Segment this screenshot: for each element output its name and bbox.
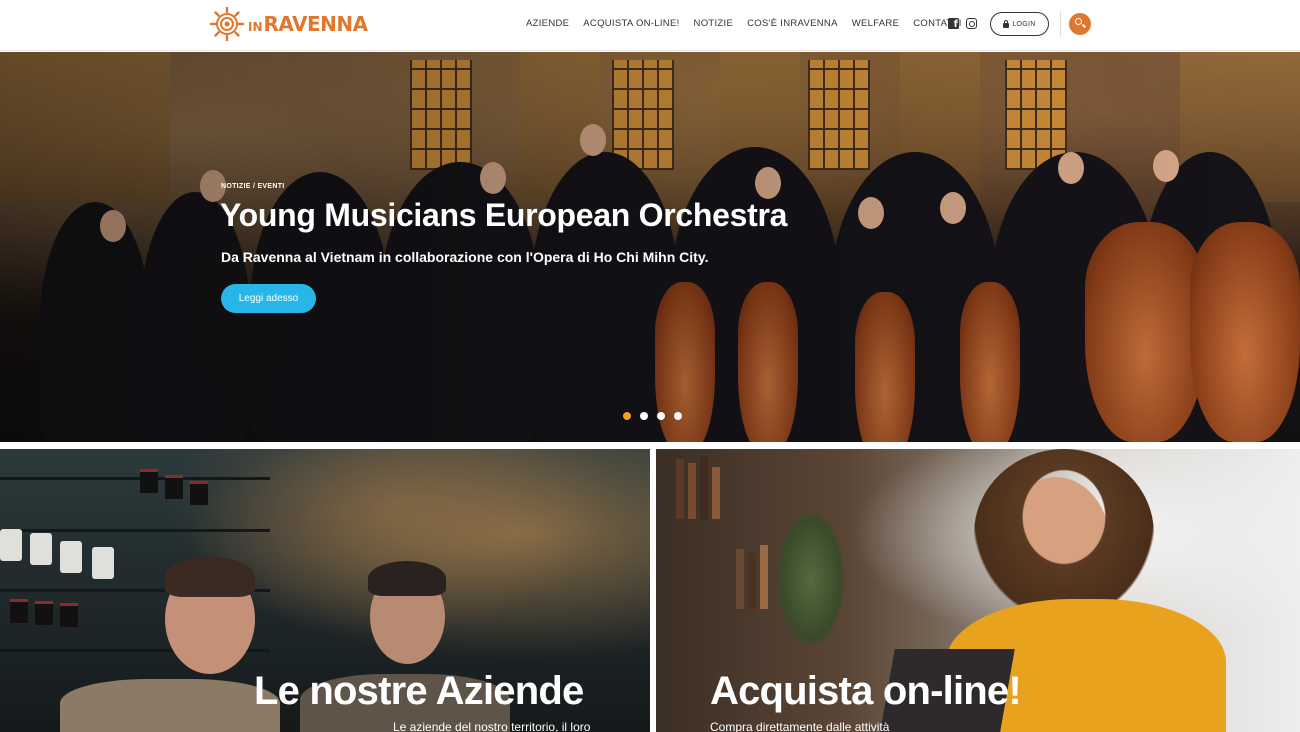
barista-hair: [368, 561, 446, 596]
slider-dot-4[interactable]: [674, 412, 682, 420]
login-button[interactable]: LOGIN: [990, 12, 1049, 36]
login-label: LOGIN: [1012, 20, 1036, 28]
aziende-card-title[interactable]: Le nostre Aziende: [254, 669, 584, 714]
jar: [92, 547, 114, 579]
coffee-tin: [190, 481, 208, 505]
woman-hair: [974, 449, 1154, 619]
shelf: [0, 477, 270, 480]
nav-item-notizie[interactable]: NOTIZIE: [694, 18, 734, 29]
plant: [776, 509, 846, 649]
nav-item-aziende[interactable]: AZIENDE: [526, 18, 569, 29]
book: [736, 549, 744, 609]
acquista-card-subtitle: Compra direttamente dalle attività: [710, 720, 890, 732]
hero-subtitle: Da Ravenna al Vietnam in collaborazione …: [221, 249, 709, 265]
hero-title[interactable]: Young Musicians European Orchestra: [220, 197, 787, 234]
site-logo[interactable]: IN RAVENNA: [210, 6, 368, 42]
sun-logo-icon: [210, 7, 244, 41]
jar: [60, 541, 82, 573]
nav-item-acquista-online[interactable]: ACQUISTA ON-LINE!: [583, 18, 679, 29]
barista-hair: [165, 557, 255, 597]
slider-dot-3[interactable]: [657, 412, 665, 420]
book: [712, 467, 720, 519]
facebook-icon[interactable]: f: [948, 18, 959, 30]
search-button[interactable]: [1069, 13, 1091, 35]
logo-wordmark: IN RAVENNA: [248, 12, 368, 36]
hero-overlay: [0, 52, 1300, 442]
slider-dot-1[interactable]: [623, 412, 631, 420]
logo-in-text: IN: [248, 20, 263, 34]
nav-item-welfare[interactable]: WELFARE: [852, 18, 900, 29]
hero-category[interactable]: NOTIZIE / EVENTI: [221, 183, 285, 190]
slider-dots: [623, 412, 691, 420]
coffee-tin: [10, 599, 28, 623]
book: [700, 457, 708, 519]
barista-shirt: [60, 679, 280, 732]
main-nav: AZIENDE ACQUISTA ON-LINE! NOTIZIE COS'È …: [526, 18, 976, 29]
coffee-tin: [165, 475, 183, 499]
lock-icon: [1003, 19, 1010, 28]
logo-name-text: RAVENNA: [263, 12, 369, 36]
header-divider: [1060, 11, 1061, 37]
shelf: [0, 529, 270, 532]
jar: [0, 529, 22, 561]
book: [760, 545, 768, 609]
nav-item-cose-inravenna[interactable]: COS'È INRAVENNA: [747, 18, 838, 29]
acquista-card-title[interactable]: Acquista on-line!: [710, 669, 1022, 714]
site-header: IN RAVENNA AZIENDE ACQUISTA ON-LINE! NOT…: [0, 0, 1300, 51]
coffee-tin: [60, 603, 78, 627]
instagram-icon[interactable]: [966, 18, 977, 29]
read-now-button[interactable]: Leggi adesso: [221, 284, 316, 313]
book: [748, 553, 756, 609]
jar: [30, 533, 52, 565]
book: [676, 459, 684, 519]
hero-slider[interactable]: NOTIZIE / EVENTI Young Musicians Europea…: [0, 52, 1300, 442]
book: [688, 463, 696, 519]
coffee-tin: [140, 469, 158, 493]
aziende-card-subtitle: Le aziende del nostro territorio, il lor…: [393, 720, 591, 732]
slider-dot-2[interactable]: [640, 412, 648, 420]
coffee-tin: [35, 601, 53, 625]
